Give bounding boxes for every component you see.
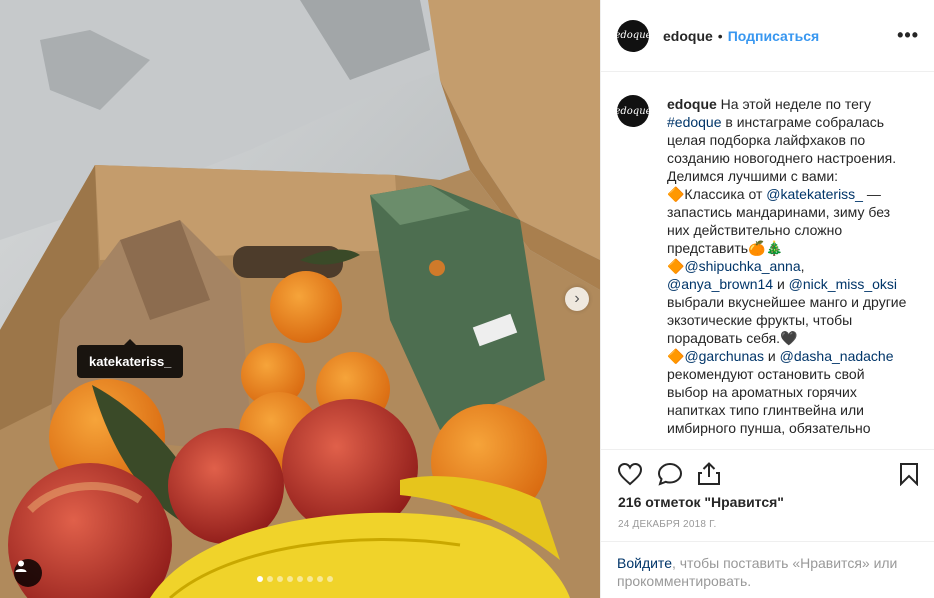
mention-link[interactable]: @nick_miss_oksi <box>789 276 897 292</box>
carousel-dot <box>327 576 333 582</box>
carousel-dot <box>287 576 293 582</box>
carousel-dot <box>267 576 273 582</box>
post-photo[interactable]: katekateriss_ › <box>0 0 600 598</box>
carousel-dot <box>317 576 323 582</box>
comments-scroll-area[interactable]: edoque edoque На этой неделе по тегу #ed… <box>601 73 934 449</box>
caption-segment: и <box>773 276 789 292</box>
more-options-icon[interactable]: ••• <box>897 25 919 46</box>
mention-link[interactable]: @dasha_nadache <box>780 348 894 364</box>
mention-link[interactable]: @shipuchka_anna <box>684 258 800 274</box>
carousel-dot <box>277 576 283 582</box>
bookmark-icon[interactable] <box>899 462 919 486</box>
username-link[interactable]: edoque <box>663 28 713 44</box>
mention-link[interactable]: @katekateriss_ <box>766 186 863 202</box>
caption-segment: и <box>764 348 780 364</box>
carousel-dot <box>257 576 263 582</box>
tagged-users-button[interactable] <box>14 559 42 587</box>
caption-text: edoque На этой неделе по тегу #edoque в … <box>667 95 907 437</box>
heart-icon[interactable] <box>617 462 643 486</box>
caption-username[interactable]: edoque <box>667 96 717 112</box>
mention-link[interactable]: @anya_brown14 <box>667 276 773 292</box>
action-bar <box>601 449 934 500</box>
like-count[interactable]: 216 отметок "Нравится" <box>618 494 784 510</box>
share-icon[interactable] <box>697 462 721 486</box>
hashtag-link[interactable]: #edoque <box>667 114 722 130</box>
carousel-dot <box>307 576 313 582</box>
login-link[interactable]: Войдите <box>617 555 672 571</box>
avatar[interactable]: edoque <box>614 95 652 127</box>
mention-link[interactable]: @garchunas <box>684 348 764 364</box>
post-sidebar: edoque edoque • Подписаться ••• edoque e… <box>600 0 934 598</box>
avatar[interactable]: edoque <box>614 19 652 52</box>
caption-segment: На этой неделе по тегу <box>716 96 875 112</box>
user-tag-label[interactable]: katekateriss_ <box>77 339 184 378</box>
comment-icon[interactable] <box>657 462 683 486</box>
carousel-next-button[interactable]: › <box>565 287 589 311</box>
caption-segment: , <box>800 258 809 274</box>
post-header: edoque edoque • Подписаться ••• <box>601 0 934 72</box>
separator-dot: • <box>717 27 723 44</box>
person-icon <box>15 560 27 572</box>
comment-login-prompt: Войдите, чтобы поставить «Нравится» или … <box>601 541 934 598</box>
chevron-right-icon: › <box>574 290 580 307</box>
caption: edoque edoque На этой неделе по тегу #ed… <box>601 73 934 437</box>
photo-illustration <box>0 0 600 598</box>
post-date[interactable]: 24 ДЕКАБРЯ 2018 Г. <box>618 519 716 530</box>
carousel-indicator <box>257 576 333 582</box>
follow-button[interactable]: Подписаться <box>728 28 820 44</box>
carousel-dot <box>297 576 303 582</box>
